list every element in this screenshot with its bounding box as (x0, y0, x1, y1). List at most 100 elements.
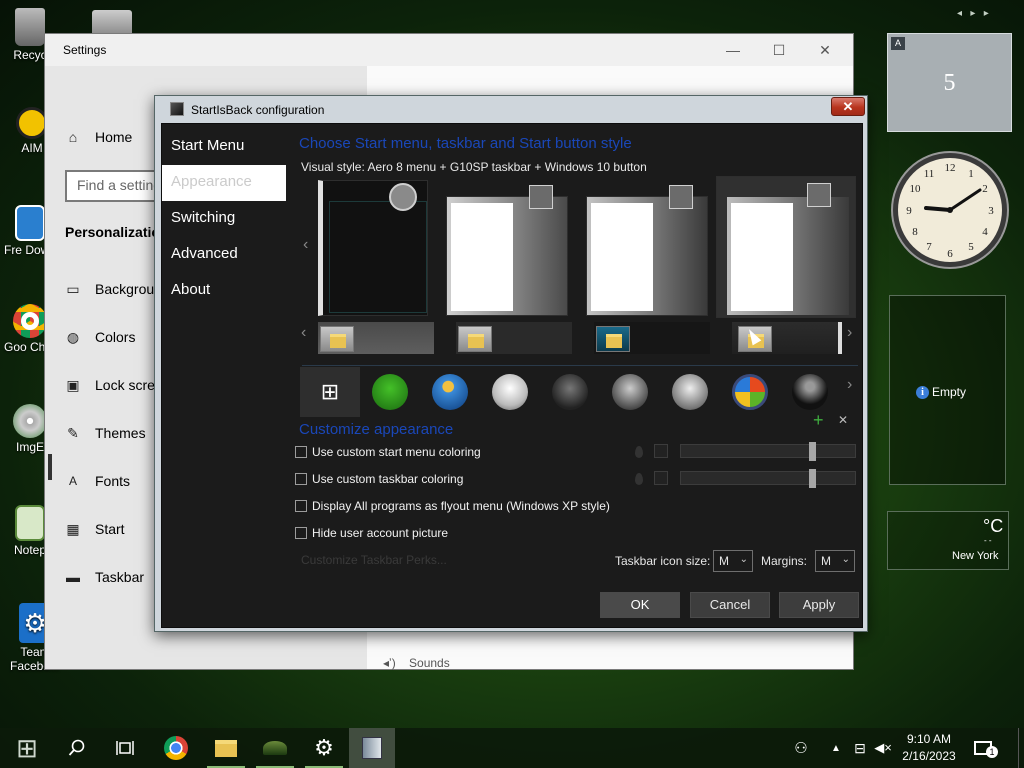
network-icon: ⊟ (854, 739, 866, 756)
option-flyout-menu[interactable]: Display All programs as flyout menu (Win… (295, 499, 610, 513)
orb-black[interactable] (792, 374, 828, 410)
orb-winxp[interactable] (732, 374, 768, 410)
taskbar-next-arrow[interactable]: › (847, 324, 852, 342)
checkbox[interactable] (295, 500, 307, 512)
margins-dropdown[interactable]: M ⌄ (815, 550, 855, 572)
nav-appearance[interactable]: Appearance (162, 165, 286, 201)
option-custom-taskbar-coloring[interactable]: Use custom taskbar coloring (295, 472, 463, 486)
nav-about[interactable]: About (162, 273, 286, 309)
icon-size-label: Taskbar icon size: (615, 554, 711, 568)
taskbar-style-4[interactable] (732, 322, 842, 354)
orb-win-gray[interactable] (612, 374, 648, 410)
taskbar-prev-arrow[interactable]: ‹ (301, 324, 306, 342)
clock-gadget[interactable]: 12 123 4567 891011 (888, 148, 1012, 272)
ok-button[interactable]: OK (600, 592, 680, 618)
slider-knob[interactable] (809, 442, 816, 461)
orb-clover[interactable] (372, 374, 408, 410)
menu-style-4-selected[interactable] (716, 176, 856, 318)
dialog-title: StartIsBack configuration (191, 103, 325, 117)
settings-titlebar[interactable]: Settings — ☐ ✕ (45, 34, 853, 66)
color-swatch[interactable] (654, 444, 668, 458)
option-custom-start-coloring[interactable]: Use custom start menu coloring (295, 445, 481, 459)
option-hide-account-picture[interactable]: Hide user account picture (295, 526, 448, 540)
nav-advanced[interactable]: Advanced (162, 237, 286, 273)
weather-gadget[interactable]: °C - - New York (887, 511, 1009, 570)
minimize-button[interactable]: — (723, 40, 743, 60)
orb-next-arrow[interactable]: › (847, 376, 852, 394)
start-menu-opacity-slider[interactable] (680, 442, 856, 461)
windows-logo-icon: ⊞ (320, 379, 340, 404)
clock-hour-hand (924, 206, 952, 212)
svg-text:5: 5 (968, 241, 974, 253)
svg-text:12: 12 (945, 162, 956, 174)
menu-white-pane (451, 203, 513, 311)
nav-taskbar[interactable]: ▬ Taskbar (65, 569, 144, 585)
nav-home[interactable]: ⌂ Home (65, 129, 133, 145)
nav-switching[interactable]: Switching (162, 201, 286, 237)
close-button[interactable]: ✕ (815, 40, 835, 60)
nav-fonts[interactable]: A Fonts (65, 473, 130, 489)
slider-knob[interactable] (809, 469, 816, 488)
checkbox[interactable] (295, 446, 307, 458)
task-view-button[interactable] (102, 728, 148, 768)
add-style-button[interactable]: + (813, 410, 824, 431)
nav-colors[interactable]: ◍ Colors (65, 329, 136, 345)
menu-style-2[interactable] (446, 185, 568, 316)
cancel-button[interactable]: Cancel (690, 592, 770, 618)
orb-windows10-selected[interactable]: ⊞ (300, 367, 360, 417)
nav-start[interactable]: ▦ Start (65, 521, 124, 537)
taskbar-clock[interactable]: 9:10 AM 2/16/2023 (894, 731, 964, 765)
network-button[interactable]: ⊟ (848, 728, 872, 768)
visual-style-label: Visual style: Aero 8 menu + G10SP taskba… (301, 160, 647, 174)
orb-win-silver[interactable] (672, 374, 708, 410)
nav-label: Themes (95, 425, 146, 441)
taskbar-opacity-slider[interactable] (680, 469, 856, 488)
chrome-taskbar-button[interactable] (153, 728, 199, 768)
taskbar-style-3[interactable] (594, 322, 710, 354)
checkbox[interactable] (295, 527, 307, 539)
nav-themes[interactable]: ✎ Themes (65, 425, 146, 441)
show-hidden-icons-button[interactable]: ▲ (826, 728, 846, 768)
checkbox[interactable] (295, 473, 307, 485)
volume-button[interactable]: ◀× (872, 728, 894, 768)
app-taskbar-button[interactable] (252, 728, 298, 768)
taskbar-icon: ▬ (66, 569, 80, 585)
remove-style-button[interactable]: ✕ (838, 413, 848, 427)
taskbar-style-2[interactable] (456, 322, 572, 354)
nav-start-menu[interactable]: Start Menu (162, 129, 286, 165)
nav-play-icon[interactable]: ▸ (970, 8, 975, 19)
nav-label: Fonts (95, 473, 131, 489)
show-desktop-button[interactable] (1018, 728, 1024, 768)
nav-next-icon[interactable]: ▸ (984, 8, 989, 19)
orb-win-white[interactable] (492, 374, 528, 410)
customize-taskbar-perks-link[interactable]: Customize Taskbar Perks... (301, 553, 447, 567)
slideshow-gadget[interactable]: i Empty (889, 295, 1006, 485)
folder-icon (320, 326, 354, 352)
orb-win7-blue[interactable] (432, 374, 468, 410)
sounds-link[interactable]: ◂ʼ) Sounds (383, 656, 450, 670)
maximize-button[interactable]: ☐ (769, 40, 789, 60)
menu-style-1[interactable] (318, 180, 428, 316)
people-button[interactable]: ⚇ (788, 728, 814, 768)
calendar-gadget[interactable]: A 5 (887, 33, 1012, 132)
startisback-taskbar-button[interactable] (349, 728, 395, 768)
search-button[interactable] (54, 728, 100, 768)
notification-count: 1 (986, 746, 998, 758)
settings-taskbar-button[interactable]: ⚙ (301, 728, 347, 768)
menu-prev-arrow[interactable]: ‹ (303, 236, 308, 254)
disc-icon (13, 404, 47, 438)
icon-size-dropdown[interactable]: M ⌄ (713, 550, 753, 572)
svg-text:8: 8 (912, 226, 918, 238)
menu-style-3[interactable] (586, 185, 708, 316)
start-button[interactable]: ⊞ (4, 728, 50, 768)
taskbar-style-1[interactable] (318, 322, 434, 354)
orb-win-dark[interactable] (552, 374, 588, 410)
fonts-icon: A (68, 474, 77, 488)
file-explorer-taskbar-button[interactable] (203, 728, 249, 768)
dialog-close-button[interactable]: ✕ (831, 97, 865, 116)
apply-button[interactable]: Apply (779, 592, 859, 618)
svg-text:7: 7 (926, 241, 932, 253)
nav-prev-icon[interactable]: ◂ (957, 8, 962, 19)
notification-center-button[interactable]: 1 (968, 728, 998, 768)
color-swatch[interactable] (654, 471, 668, 485)
